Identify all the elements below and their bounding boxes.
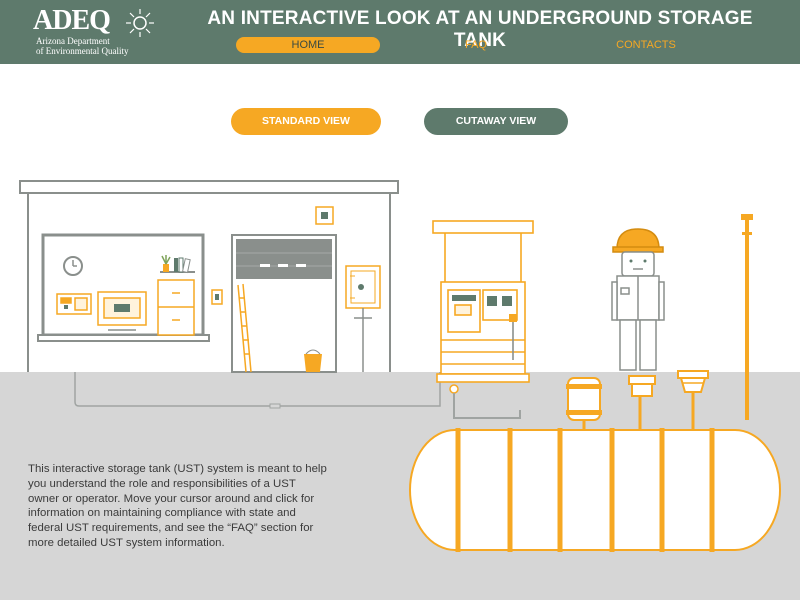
garage-bay[interactable]: [231, 234, 337, 373]
underground-storage-tank[interactable]: [409, 428, 781, 552]
tank-operator-figure[interactable]: [611, 228, 665, 371]
cash-register: [56, 293, 92, 315]
binders-icon: [174, 257, 191, 274]
computer-monitor: [97, 291, 147, 331]
clock-icon: [63, 256, 83, 276]
dispenser-sump: [449, 384, 459, 394]
intro-text: This interactive storage tank (UST) syst…: [28, 463, 327, 549]
fuel-dispenser[interactable]: [432, 220, 534, 383]
building-window[interactable]: [37, 233, 210, 342]
electrical-panel[interactable]: [345, 265, 381, 372]
filing-cabinet: [157, 279, 195, 336]
wall-vent[interactable]: [315, 206, 334, 225]
